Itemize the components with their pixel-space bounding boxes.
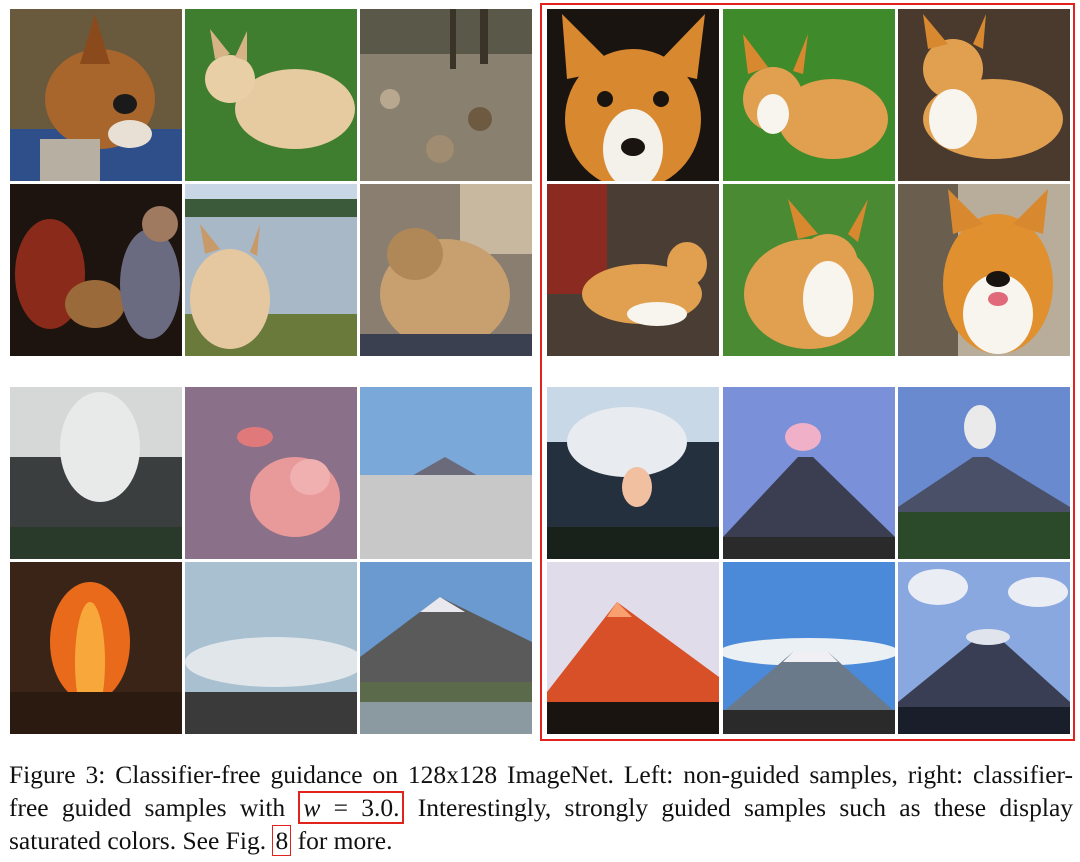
guided-samples-highlight-box: [540, 3, 1075, 741]
sample-volcano-steam: [10, 387, 182, 559]
caption-text-2a: free guided samples with: [9, 793, 286, 822]
caption-line-2: free guided samples with w = 3.0. Intere…: [9, 791, 1073, 824]
sample-volcano-clouds: [185, 562, 357, 734]
caption-text-1: Figure 3: Classifier-free guidance on 12…: [9, 760, 1073, 789]
sample-corgi-forest-floor: [360, 9, 532, 181]
sample-dog-indoor-fluffy: [360, 184, 532, 356]
caption-text-2b: Interestingly, strongly guided samples s…: [404, 793, 1074, 822]
sample-volcano-mountain-lake: [360, 562, 532, 734]
sample-corgi-grass-side: [185, 9, 357, 181]
caption-line-3: saturated colors. See Fig. 8 for more.: [9, 824, 1073, 857]
sample-volcano-distant-snow: [360, 387, 532, 559]
caption-text-3a: saturated colors. See Fig.: [9, 826, 267, 855]
figure-caption: Figure 3: Classifier-free guidance on 12…: [9, 758, 1073, 857]
guidance-weight-symbol: w: [303, 793, 321, 822]
caption-text-3b: for more.: [291, 826, 393, 855]
figure-reference-link[interactable]: 8: [272, 825, 292, 856]
guidance-weight-value: = 3.0.: [320, 793, 400, 822]
sample-volcano-pink-lava: [185, 387, 357, 559]
sample-volcano-eruption-lava: [10, 562, 182, 734]
sample-corgi-people-dark: [10, 184, 182, 356]
guidance-weight-highlight: w = 3.0.: [298, 791, 405, 824]
caption-line-1: Figure 3: Classifier-free guidance on 12…: [9, 758, 1073, 791]
sample-corgi-lake: [185, 184, 357, 356]
sample-corgi-puppy-closeup: [10, 9, 182, 181]
